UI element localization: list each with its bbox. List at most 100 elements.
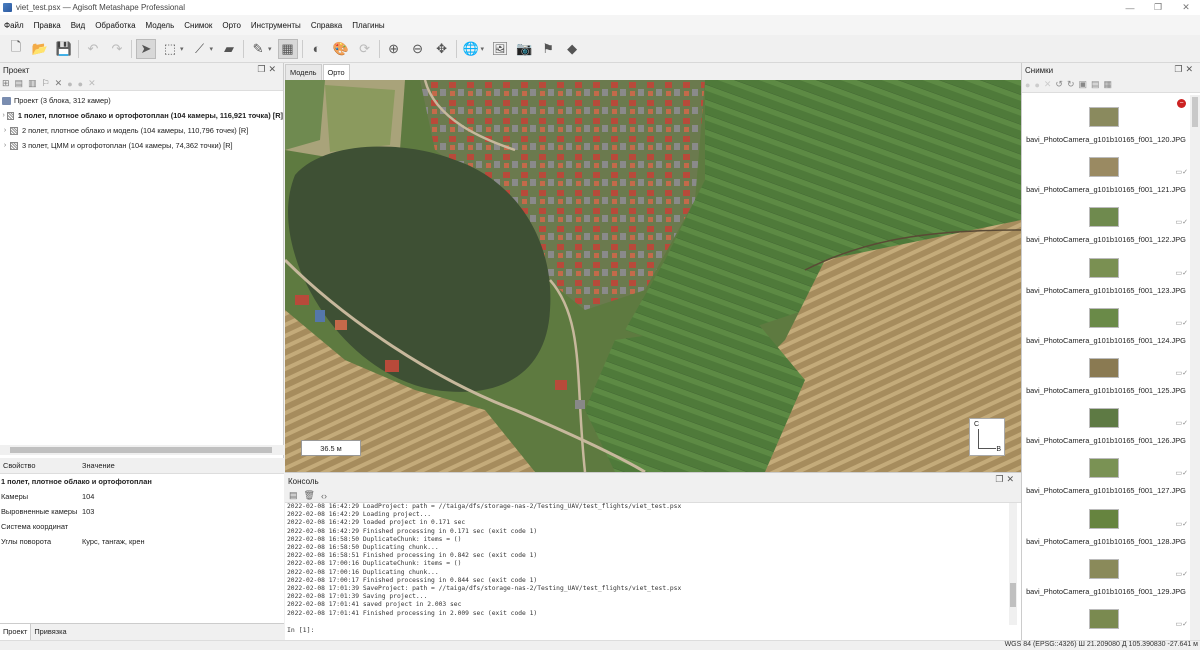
tab-ortho[interactable]: Орто (322, 64, 350, 80)
eraser-icon[interactable]: ▰ (219, 39, 239, 59)
menu-photo[interactable]: Снимок (184, 21, 212, 30)
console-input[interactable]: In [1]: (287, 626, 1007, 638)
enable-icon[interactable]: ● (67, 79, 72, 89)
disable-camera-icon[interactable]: ● (1034, 80, 1039, 90)
remove-icon[interactable]: ✕ (55, 78, 63, 89)
tab-reference[interactable]: Привязка (31, 624, 69, 640)
chevron-down-icon[interactable]: ▾ (481, 45, 485, 53)
delete-icon[interactable]: ✕ (88, 78, 96, 89)
save-log-icon[interactable]: ▤ (289, 490, 298, 501)
photo-item[interactable]: ▭✓ bavi_PhotoCamera_g101b10165_f001_122.… (1022, 195, 1190, 245)
menu-plugins[interactable]: Плагины (352, 21, 384, 30)
remove-camera-icon[interactable]: ✕ (1044, 79, 1052, 90)
aligned-check-icon: ▭✓ (1175, 319, 1188, 327)
property-row[interactable]: Система координат (0, 519, 284, 534)
value-column-header[interactable]: Значение (82, 461, 115, 470)
zoom-in-icon[interactable]: ⊕ (384, 39, 404, 59)
paint-icon[interactable]: ✎ (248, 39, 268, 59)
rotate-left-icon[interactable]: ↺ (1055, 79, 1063, 90)
add-photos-icon[interactable]: ▤ (15, 78, 24, 89)
scrollbar-thumb[interactable] (1010, 583, 1016, 607)
globe-icon[interactable]: 🌐 (461, 39, 481, 59)
console-log[interactable]: 2022-02-08 16:42:29 LoadProject: path = … (287, 503, 1007, 625)
new-icon[interactable]: 🗋 (6, 39, 26, 59)
menu-help[interactable]: Справка (311, 21, 342, 30)
photo-item[interactable]: ▭✓ bavi_PhotoCamera_g101b10165_f001_125.… (1022, 346, 1190, 396)
tree-chunk-3[interactable]: › 3 полет, ЦММ и ортофотоплан (104 камер… (0, 138, 283, 153)
code-icon[interactable]: ‹› (321, 491, 327, 501)
close-button[interactable]: ✕ (1172, 0, 1200, 15)
photo-item[interactable]: ▭✓ bavi_PhotoCamera_g101b10165_f001_129.… (1022, 547, 1190, 597)
move-icon[interactable]: ✥ (432, 39, 452, 59)
tree-root[interactable]: Проект (3 блока, 312 камер) (0, 93, 283, 108)
clear-log-icon[interactable]: 🗑 (304, 490, 315, 501)
expand-arrow-icon[interactable]: › (0, 112, 7, 119)
photo-item[interactable]: ▭✓ (1022, 597, 1190, 640)
undo-icon[interactable]: ↶ (83, 39, 103, 59)
chevron-down-icon[interactable]: ▾ (268, 45, 272, 53)
tab-project[interactable]: Проект (0, 624, 32, 640)
tree-chunk-2[interactable]: › 2 полет, плотное облако и модель (104 … (0, 123, 283, 138)
menu-edit[interactable]: Правка (34, 21, 61, 30)
expand-arrow-icon[interactable]: › (0, 127, 10, 134)
console-scrollbar[interactable] (1009, 503, 1017, 625)
shape-icon[interactable]: ◆ (562, 39, 582, 59)
property-row[interactable]: Углы поворота Курс, тангаж, крен (0, 534, 284, 549)
flag-icon[interactable]: ⚑ (538, 39, 558, 59)
project-horizontal-scrollbar[interactable] (0, 445, 284, 455)
menu-ortho[interactable]: Орто (222, 21, 241, 30)
scrollbar-thumb[interactable] (1192, 97, 1198, 127)
menu-workflow[interactable]: Обработка (95, 21, 135, 30)
property-column-header[interactable]: Свойство (0, 461, 82, 470)
photo-item[interactable]: − bavi_PhotoCamera_g101b10165_f001_120.J… (1022, 95, 1190, 145)
property-row[interactable]: Выровненные камеры 103 (0, 504, 284, 519)
palette-icon[interactable]: 🎨 (331, 39, 351, 59)
chevron-down-icon[interactable]: ▾ (180, 45, 184, 53)
photo-item[interactable]: ▭✓ bavi_PhotoCamera_g101b10165_f001_126.… (1022, 396, 1190, 446)
rotate-right-icon[interactable]: ↻ (1067, 79, 1075, 90)
photo-item[interactable]: ▭✓ bavi_PhotoCamera_g101b10165_f001_124.… (1022, 296, 1190, 346)
enable-camera-icon[interactable]: ● (1025, 80, 1030, 90)
disable-icon[interactable]: ● (78, 79, 83, 89)
menu-model[interactable]: Модель (146, 21, 175, 30)
panel-float-close-icon[interactable]: ❐✕ (995, 474, 1017, 485)
save-icon[interactable]: 💾 (54, 39, 74, 59)
show-ortho-icon[interactable]: ▦ (277, 38, 298, 59)
expand-arrow-icon[interactable]: › (0, 142, 10, 149)
minimize-button[interactable]: — (1116, 0, 1144, 15)
menu-file[interactable]: Файл (4, 21, 24, 30)
camera-icon[interactable]: 📷 (514, 39, 534, 59)
photo-item[interactable]: ▭✓ bavi_PhotoCamera_g101b10165_f001_123.… (1022, 246, 1190, 296)
chevron-down-icon[interactable]: ▾ (210, 45, 214, 53)
property-row[interactable]: Камеры 104 (0, 489, 284, 504)
tab-model[interactable]: Модель (285, 64, 322, 80)
photo-item[interactable]: ▭✓ bavi_PhotoCamera_g101b10165_f001_121.… (1022, 145, 1190, 195)
image-icon[interactable]: 🖼 (490, 39, 510, 59)
filter-icon[interactable]: ▤ (1091, 79, 1100, 90)
add-folder-icon[interactable]: ▥ (28, 78, 37, 89)
rectangle-selection-icon[interactable]: ⬚ (160, 39, 180, 59)
chunk-icon (7, 111, 14, 120)
tree-chunk-1[interactable]: › 1 полет, плотное облако и ортофотоплан… (0, 108, 283, 123)
refresh-icon[interactable]: ⟳ (355, 39, 375, 59)
scrollbar-thumb[interactable] (10, 447, 272, 453)
zoom-out-icon[interactable]: ⊖ (408, 39, 428, 59)
menu-tools[interactable]: Инструменты (251, 21, 301, 30)
add-chunk-icon[interactable]: ⊞ (2, 78, 10, 89)
view-mode-icon[interactable]: ▦ (1104, 79, 1113, 90)
menu-view[interactable]: Вид (71, 21, 85, 30)
redo-icon[interactable]: ↷ (107, 39, 127, 59)
navigation-cursor-icon[interactable]: ➤ (136, 38, 156, 59)
photo-item[interactable]: ▭✓ bavi_PhotoCamera_g101b10165_f001_128.… (1022, 497, 1190, 547)
panel-float-close-icon[interactable]: ❐✕ (257, 64, 279, 75)
restore-button[interactable]: ❐ (1144, 0, 1172, 15)
mask-icon[interactable]: ▣ (1079, 79, 1088, 90)
photo-item[interactable]: ▭✓ bavi_PhotoCamera_g101b10165_f001_127.… (1022, 446, 1190, 496)
panel-float-close-icon[interactable]: ❐✕ (1174, 64, 1196, 75)
photos-scrollbar[interactable] (1190, 95, 1200, 640)
ruler-icon[interactable]: ⟋ (190, 39, 210, 59)
ortho-view[interactable]: 36.5 м С В (285, 80, 1021, 472)
open-icon[interactable]: 📂 (30, 39, 50, 59)
add-marker-icon[interactable]: ⚐ (42, 78, 50, 89)
brightness-icon[interactable]: ◐ (307, 39, 327, 59)
